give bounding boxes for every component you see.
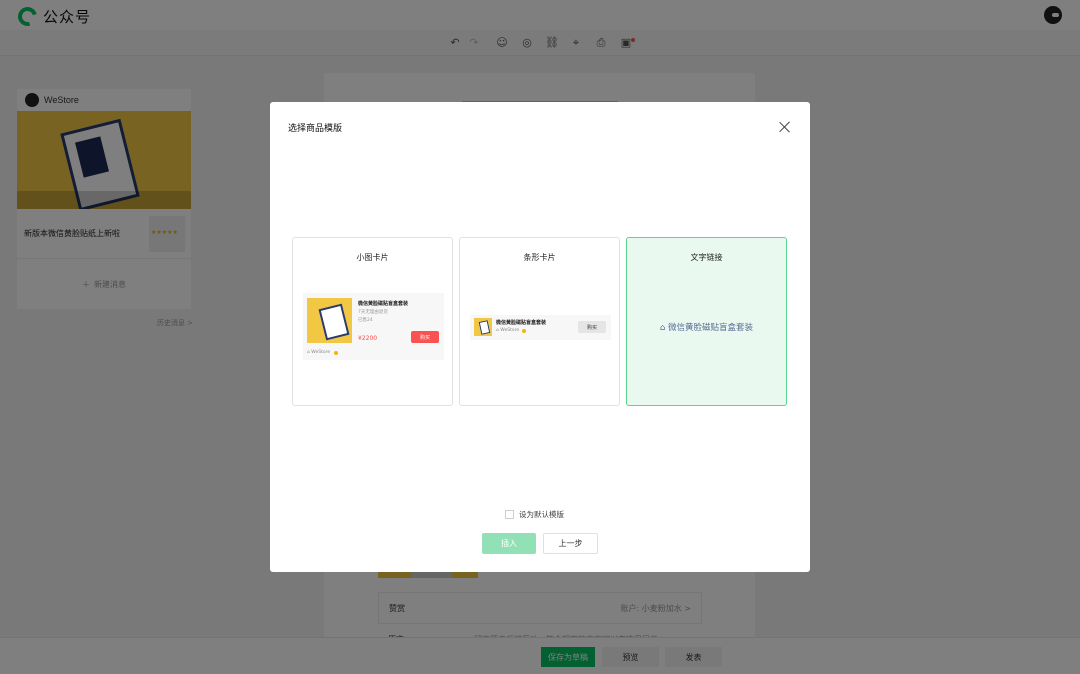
template-title: 小图卡片 [356, 253, 389, 262]
product-image [474, 318, 492, 336]
set-default-template-checkbox[interactable]: 设为默认模版 [505, 509, 564, 520]
text-link-preview: ⌂ 微信黄脸磁贴盲盒套装 [627, 321, 786, 333]
link-text: 微信黄脸磁贴盲盒套装 [668, 323, 754, 333]
shopping-bag-icon: ⌂ [659, 323, 666, 333]
dialog-title: 选择商品模版 [288, 124, 343, 134]
close-icon[interactable] [777, 119, 793, 135]
product-image [307, 298, 352, 343]
checkbox-icon[interactable] [505, 510, 514, 519]
product-sold: 已售24 [358, 318, 373, 323]
template-title: 条形卡片 [523, 253, 556, 262]
store-name: ⌂ WeStore [307, 350, 331, 355]
product-price: ¥2200 [358, 335, 378, 342]
store-name: ⌂ WeStore [496, 328, 520, 333]
product-name: 微信黄脸磁贴盲盒套装 [358, 301, 409, 307]
verified-icon [334, 351, 338, 355]
template-strip-card[interactable]: 条形卡片 微信黄脸磁贴盲盒套装 ⌂ WeStore 购买 [459, 237, 620, 406]
template-small-card[interactable]: 小图卡片 微信黄脸磁贴盲盒套装 7天无理由退货 已售24 ¥2200 购买 ⌂ … [292, 237, 453, 406]
store-name-text: WeStore [500, 328, 520, 333]
product-name: 微信黄脸磁贴盲盒套装 [496, 320, 547, 326]
checkbox-label: 设为默认模版 [519, 510, 564, 519]
verified-icon [522, 329, 526, 333]
buy-button-preview: 购买 [578, 321, 606, 333]
strip-card-preview: 微信黄脸磁贴盲盒套装 ⌂ WeStore 购买 [470, 315, 611, 340]
select-product-template-dialog: 选择商品模版 小图卡片 微信黄脸磁贴盲盒套装 7天无理由退货 已售24 ¥220… [270, 102, 810, 572]
template-title: 文字链接 [690, 253, 723, 262]
buy-button-preview: 购买 [411, 331, 439, 343]
template-text-link[interactable]: 文字链接 ⌂ 微信黄脸磁贴盲盒套装 [626, 237, 787, 406]
previous-step-button[interactable]: 上一步 [543, 533, 598, 554]
product-subtitle: 7天无理由退货 [358, 310, 388, 315]
insert-button[interactable]: 插入 [482, 533, 536, 554]
small-card-preview: 微信黄脸磁贴盲盒套装 7天无理由退货 已售24 ¥2200 购买 ⌂ WeSto… [303, 293, 444, 360]
store-name-text: WeStore [311, 350, 331, 355]
